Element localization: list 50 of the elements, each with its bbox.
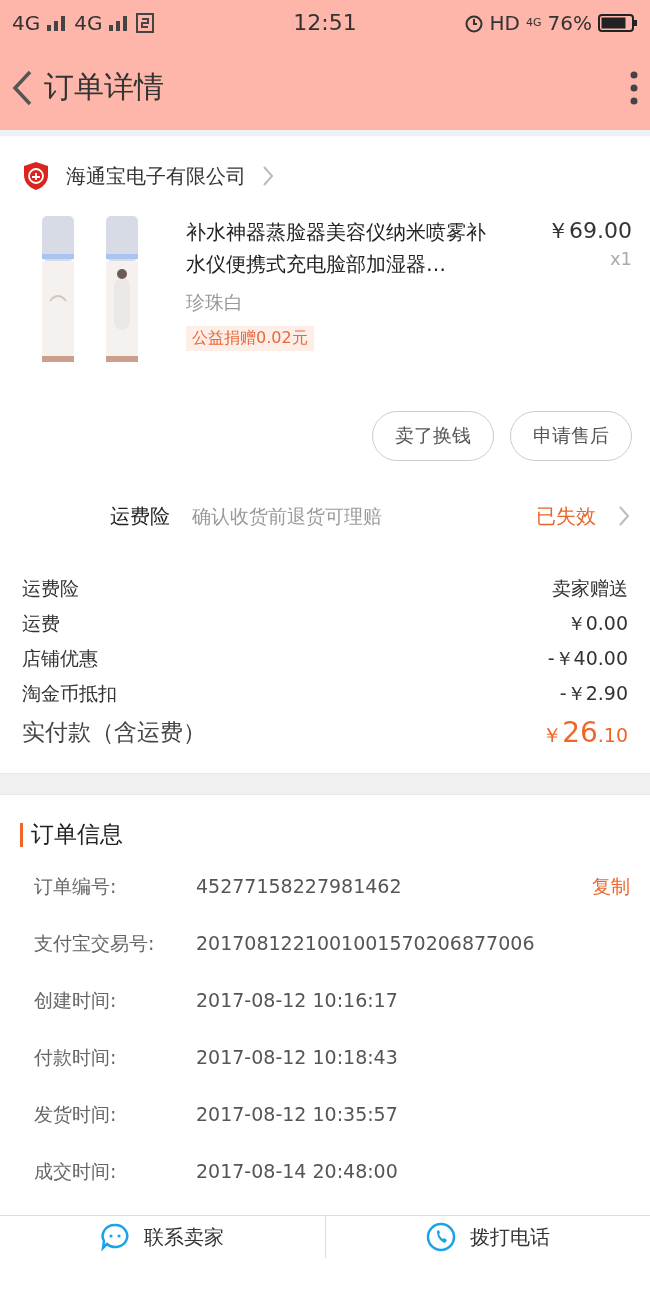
info-value: 2017-08-14 20:48:00 — [196, 1159, 399, 1184]
total-amount: ￥26.10 — [542, 715, 628, 749]
insurance-label: 运费险 — [110, 502, 170, 530]
battery-percent: 76% — [547, 10, 592, 35]
section-title: 订单信息 — [31, 820, 123, 849]
fee-label: 运费 — [22, 610, 60, 636]
more-icon[interactable] — [628, 69, 640, 106]
action-button[interactable]: 卖了换钱 — [372, 411, 494, 461]
page-title: 订单详情 — [44, 68, 165, 106]
charity-tag: 公益捐赠0.02元 — [186, 326, 314, 351]
accent-bar — [20, 822, 23, 847]
product-title[interactable]: 补水神器蒸脸器美容仪纳米喷雾补水仪便携式充电脸部加湿器… — [186, 216, 498, 280]
clock-time: 12:51 — [293, 10, 357, 35]
hd-label: HD — [489, 10, 520, 35]
phone-icon — [425, 1222, 456, 1252]
action-button[interactable]: 申请售后 — [510, 411, 632, 461]
product-price: ￥69.00 — [547, 217, 632, 245]
back-icon[interactable] — [10, 68, 34, 107]
network-label: 4G — [12, 10, 41, 35]
info-value: 2017081221001001570206877006 — [196, 931, 536, 956]
chat-icon — [100, 1222, 131, 1252]
fee-label: 运费险 — [22, 575, 79, 601]
info-value: 2017-08-12 10:18:43 — [196, 1045, 399, 1070]
info-label: 创建时间: — [34, 987, 118, 1013]
fee-value: -￥2.90 — [559, 680, 628, 706]
fee-value: ￥0.00 — [566, 610, 628, 636]
bottom-action[interactable]: 联系卖家 — [144, 1223, 225, 1251]
bottom-action[interactable]: 拨打电话 — [469, 1223, 550, 1251]
product-variant: 珍珠白 — [186, 290, 244, 315]
fee-label: 店铺优惠 — [22, 645, 98, 671]
info-value: 45277158227981462 — [196, 874, 403, 899]
info-label: 付款时间: — [34, 1044, 118, 1070]
shield-icon — [22, 161, 50, 191]
network-label: 4G — [74, 10, 103, 35]
info-label: 发货时间: — [34, 1101, 118, 1127]
fee-value: -￥40.00 — [547, 645, 628, 671]
info-label: 成交时间: — [34, 1158, 118, 1184]
info-value: 2017-08-12 10:35:57 — [196, 1102, 399, 1127]
fee-label: 淘金币抵扣 — [22, 680, 117, 706]
info-label: 支付宝交易号: — [34, 930, 156, 956]
info-label: 订单编号: — [34, 873, 118, 899]
info-value: 2017-08-12 10:16:17 — [196, 988, 399, 1013]
battery-icon — [598, 12, 638, 33]
product-quantity: x1 — [609, 248, 632, 269]
shop-name[interactable]: 海通宝电子有限公司 — [66, 162, 246, 190]
insurance-description: 确认收货前退货可理赔 — [192, 504, 383, 529]
fee-value: 卖家赠送 — [552, 575, 628, 601]
total-label: 实付款（含运费） — [22, 717, 206, 747]
sim-icon — [136, 12, 155, 33]
network-label: 4G — [526, 16, 542, 29]
